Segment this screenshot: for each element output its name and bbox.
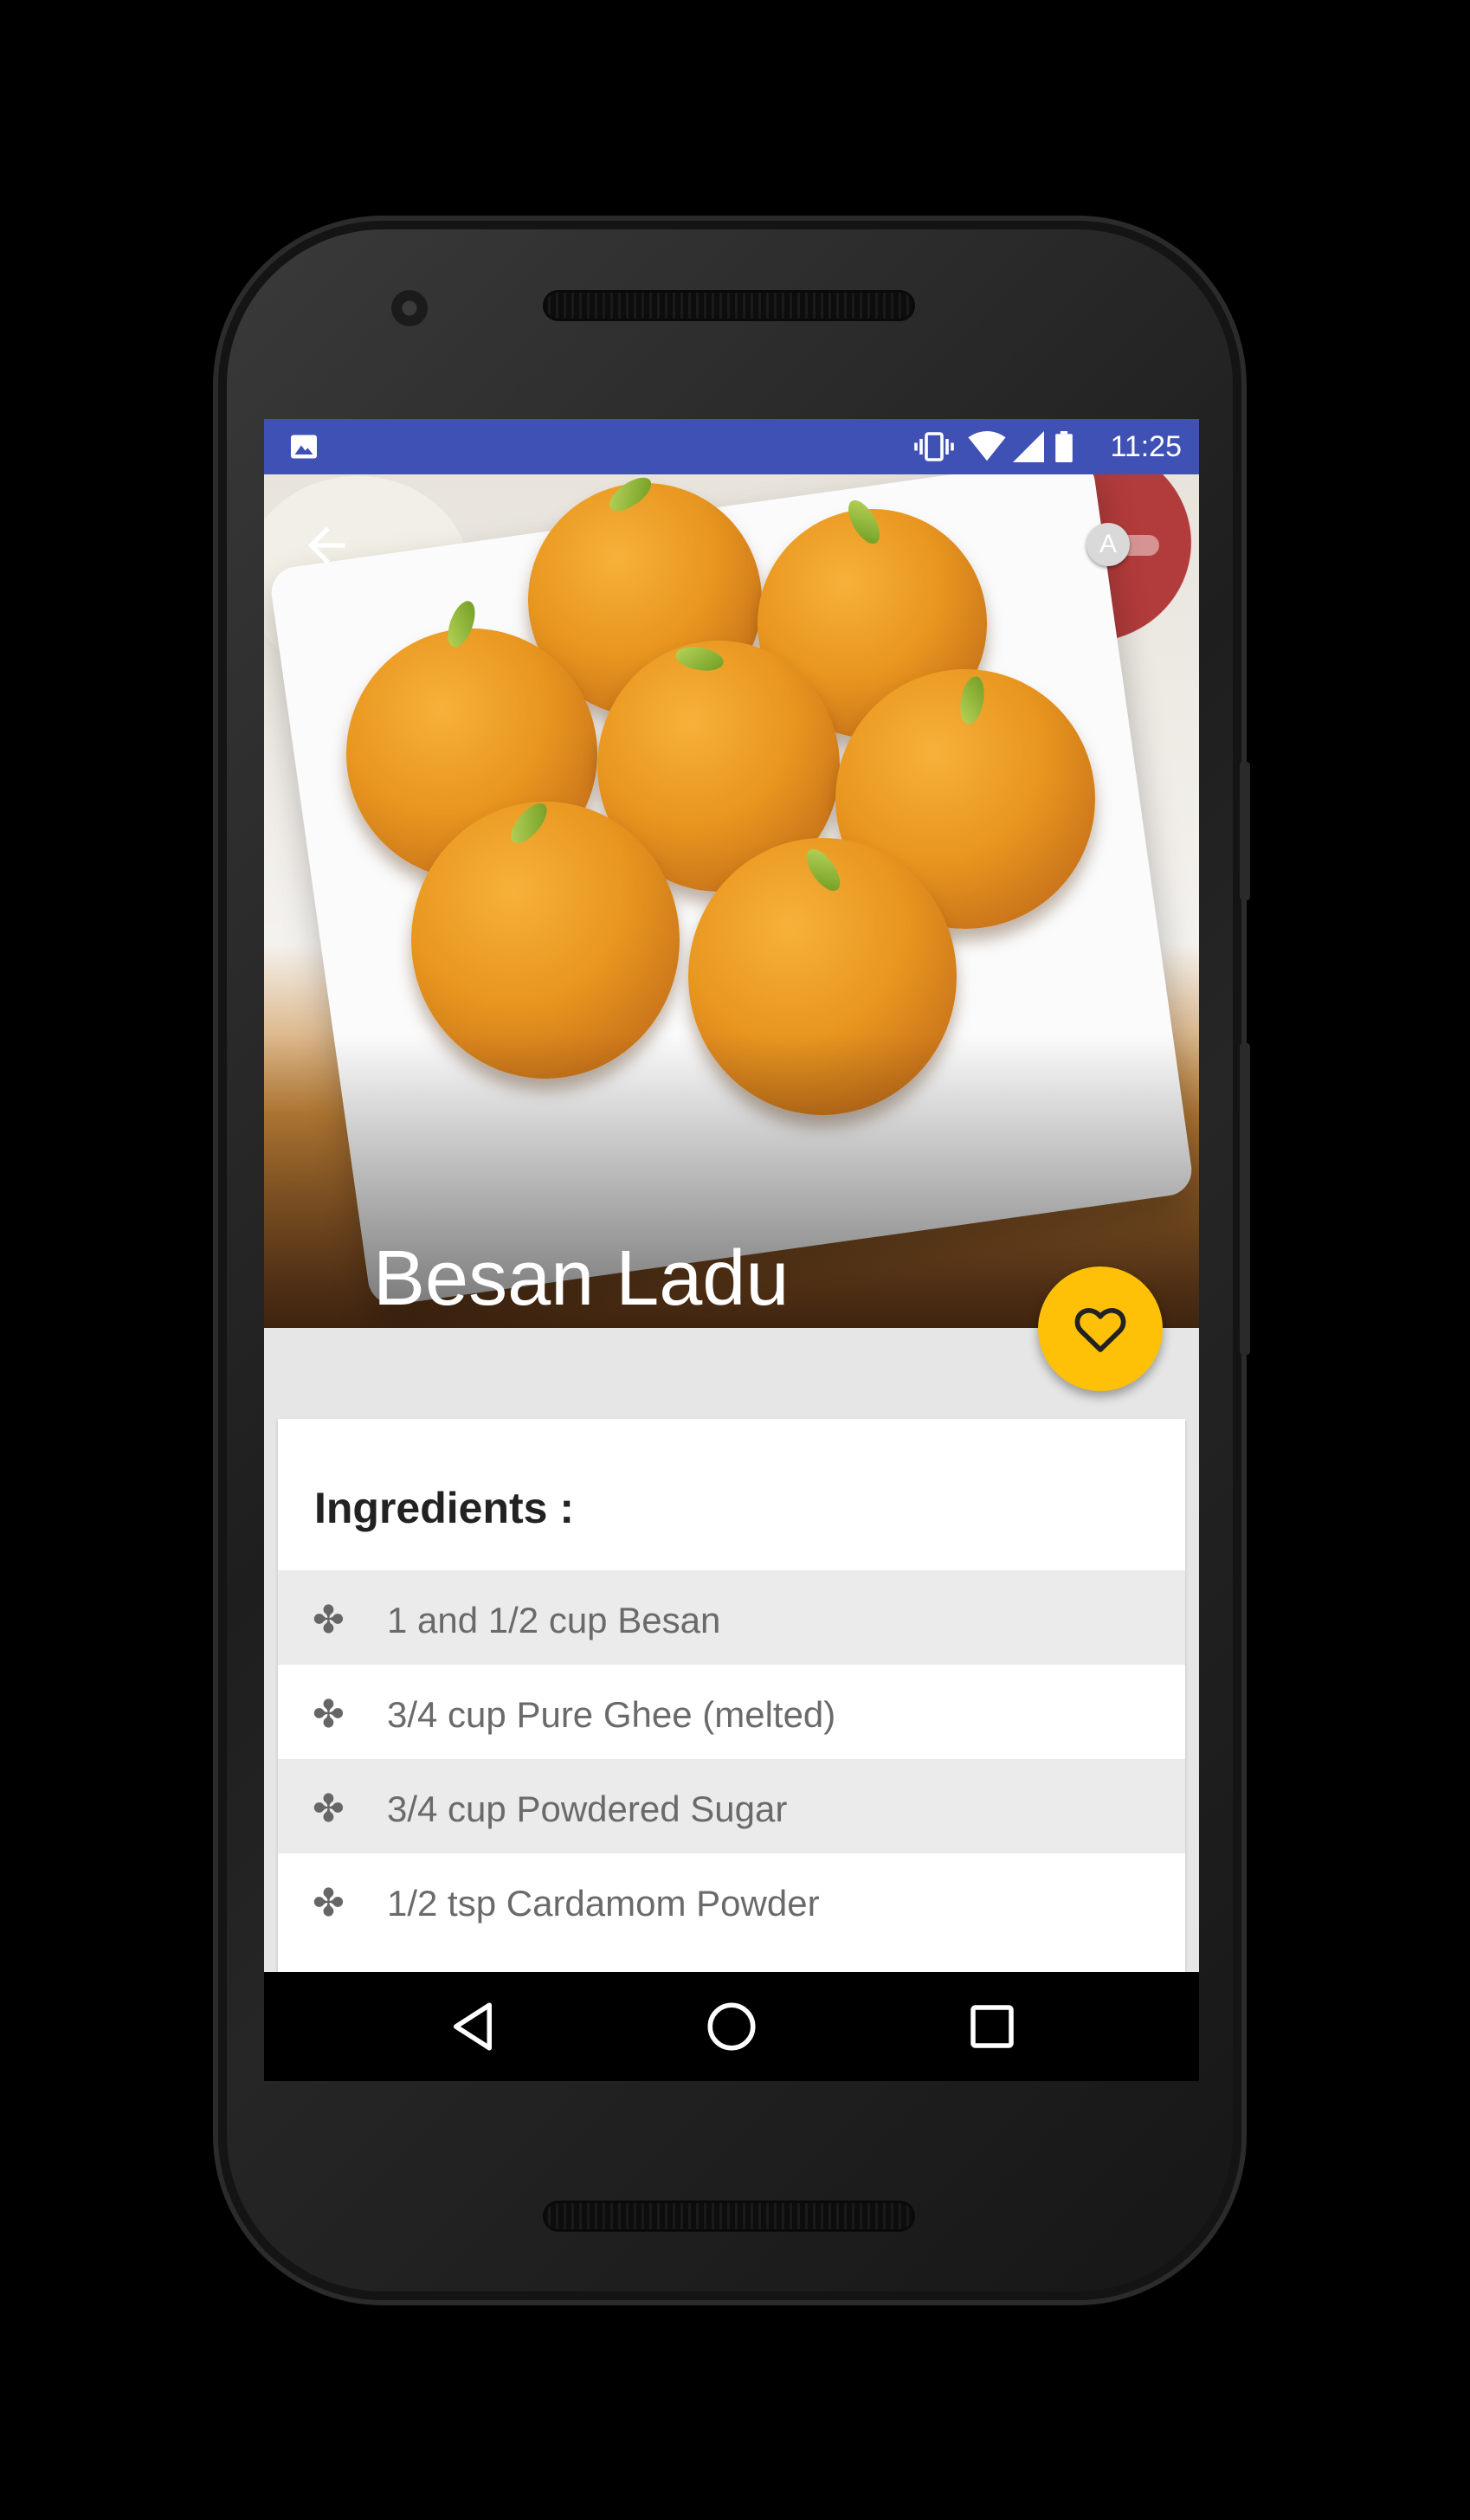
vibrate-icon [914,432,954,461]
heart-outline-icon [1074,1308,1126,1352]
back-button[interactable] [299,518,354,573]
recipe-hero-image: A Besan Ladu [264,474,1199,1328]
circle-home-icon[interactable] [703,1998,760,2055]
favorite-button[interactable] [1038,1266,1163,1391]
arrow-back-icon [307,526,345,564]
clover-bullet-icon: ✤ [313,1882,345,1924]
ingredients-list: ✤ 1 and 1/2 cup Besan ✤ 3/4 cup Pure Ghe… [278,1570,1185,1948]
list-item: ✤ 1/2 tsp Cardamom Powder [278,1853,1185,1948]
battery-icon [1055,431,1073,462]
clover-bullet-icon: ✤ [313,1788,345,1830]
app-screen: 11:25 A Besan Ladu Ingredients : ✤ 1 and… [264,419,1199,2081]
image-notification-icon [291,435,317,459]
auto-toggle-switch[interactable]: A [1086,523,1164,566]
status-bar: 11:25 [264,419,1199,474]
ingredient-text: 3/4 cup Pure Ghee (melted) [387,1694,836,1735]
front-camera [391,290,428,326]
clover-bullet-icon: ✤ [313,1599,345,1641]
navigation-bar [264,1972,1199,2081]
top-speaker-grille [543,290,915,321]
ingredient-text: 1/2 tsp Cardamom Powder [387,1883,820,1924]
list-item: ✤ 1 and 1/2 cup Besan [278,1570,1185,1665]
toggle-thumb: A [1086,523,1130,566]
wifi-icon [968,431,1006,461]
signal-icon [1013,431,1044,462]
ingredients-heading: Ingredients : [314,1484,575,1532]
status-time: 11:25 [1110,430,1182,463]
square-recents-icon[interactable] [964,1998,1021,2055]
clover-bullet-icon: ✤ [313,1693,345,1736]
list-item: ✤ 3/4 cup Powdered Sugar [278,1759,1185,1853]
recipe-title: Besan Ladu [373,1235,790,1322]
ingredient-text: 1 and 1/2 cup Besan [387,1600,721,1640]
volume-button [1240,1043,1250,1355]
ingredient-text: 3/4 cup Powdered Sugar [387,1788,788,1829]
list-item: ✤ 3/4 cup Pure Ghee (melted) [278,1665,1185,1759]
bottom-speaker-grille [543,2201,915,2232]
triangle-back-icon[interactable] [444,1998,501,2055]
power-button [1240,762,1250,900]
